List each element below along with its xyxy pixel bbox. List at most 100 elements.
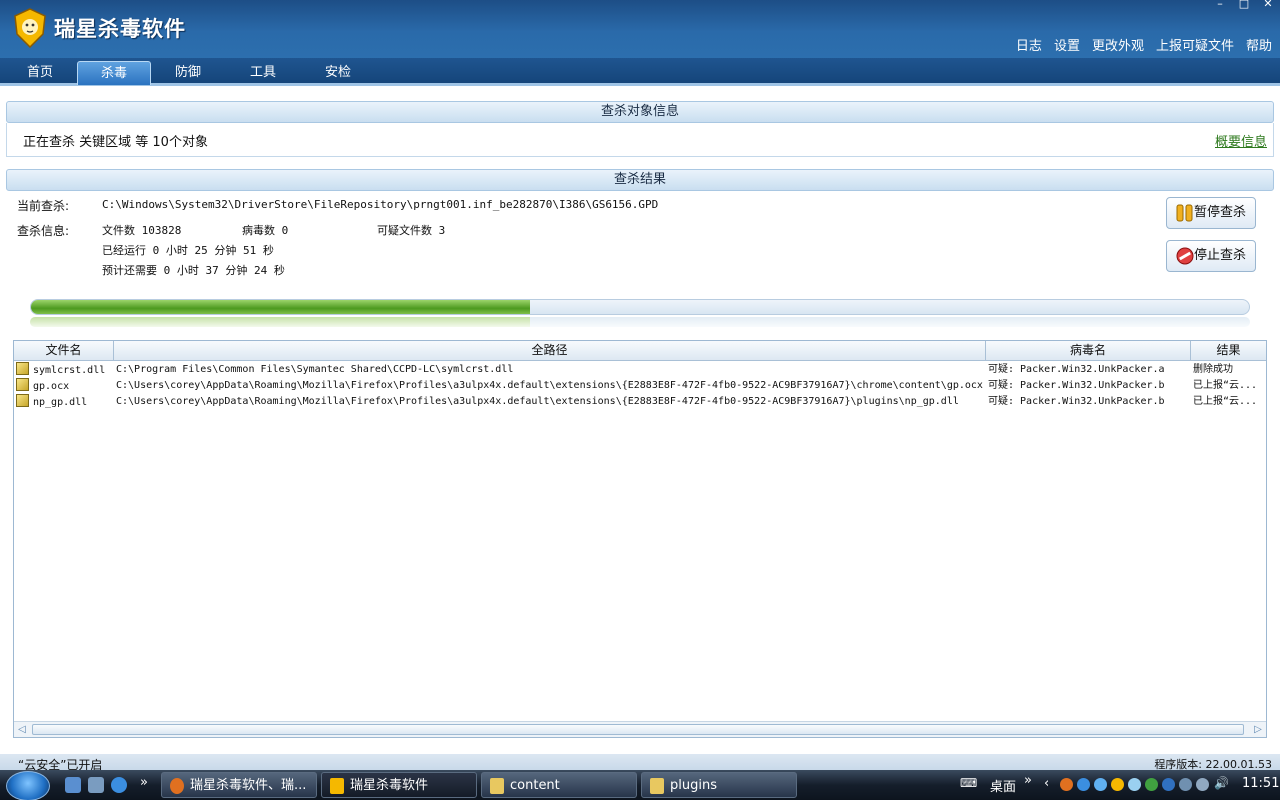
system-tray: ⌨ 桌面 » ‹ 🔊 11:51 bbox=[960, 770, 1280, 800]
lion-icon bbox=[330, 778, 344, 794]
cell-virus: 可疑: Packer.Win32.UnkPacker.b bbox=[988, 396, 1165, 407]
cell-result: 删除成功 bbox=[1193, 364, 1233, 375]
col-result[interactable]: 结果 bbox=[1191, 341, 1266, 360]
cell-virus: 可疑: Packer.Win32.UnkPacker.b bbox=[988, 380, 1165, 391]
table-row[interactable]: symlcrst.dll C:\Program Files\Common Fil… bbox=[14, 362, 1266, 378]
cell-path: C:\Users\corey\AppData\Roaming\Mozilla\F… bbox=[116, 380, 983, 391]
change-skin-link[interactable]: 更改外观 bbox=[1092, 35, 1144, 54]
horizontal-scrollbar[interactable]: ◁ ▷ bbox=[14, 721, 1266, 737]
table-row[interactable]: gp.ocx C:\Users\corey\AppData\Roaming\Mo… bbox=[14, 378, 1266, 394]
maximize-button[interactable]: □ bbox=[1232, 0, 1256, 10]
cell-filename-text: gp.ocx bbox=[33, 381, 70, 392]
clock[interactable]: 11:51 bbox=[1242, 776, 1279, 791]
stop-icon bbox=[1176, 247, 1194, 265]
report-suspicious-link[interactable]: 上报可疑文件 bbox=[1156, 35, 1234, 54]
scrollbar-thumb[interactable] bbox=[32, 724, 1244, 735]
tab-scan[interactable]: 杀毒 bbox=[77, 61, 151, 85]
firefox-icon bbox=[170, 778, 184, 794]
current-scan-path: C:\Windows\System32\DriverStore\FileRepo… bbox=[102, 198, 659, 211]
switch-windows-icon[interactable] bbox=[88, 777, 104, 793]
suspicious-count: 可疑文件数 3 bbox=[377, 224, 446, 237]
bluetooth-tray-icon[interactable] bbox=[1162, 778, 1175, 791]
taskbar-item-plugins[interactable]: plugins bbox=[641, 772, 797, 798]
monitor-tray-icon[interactable] bbox=[1128, 778, 1141, 791]
folder-icon bbox=[490, 778, 504, 794]
taskbar: » 瑞星杀毒软件、瑞... 瑞星杀毒软件 content plugins ⌨ 桌… bbox=[0, 770, 1280, 800]
volume-icon[interactable]: 🔊 bbox=[1214, 776, 1229, 790]
file-icon bbox=[16, 394, 29, 407]
table-row[interactable]: np_gp.dll C:\Users\corey\AppData\Roaming… bbox=[14, 394, 1266, 410]
pause-icon bbox=[1176, 204, 1193, 222]
cell-path: C:\Users\corey\AppData\Roaming\Mozilla\F… bbox=[116, 396, 959, 407]
cell-filename-text: symlcrst.dll bbox=[33, 365, 106, 376]
scroll-left-icon[interactable]: ◁ bbox=[14, 722, 30, 738]
stop-scan-button[interactable]: 停止查杀 bbox=[1166, 240, 1256, 272]
taskbar-item-firefox[interactable]: 瑞星杀毒软件、瑞... bbox=[161, 772, 317, 798]
taskbar-item-label: plugins bbox=[670, 778, 717, 793]
tab-defense[interactable]: 防御 bbox=[151, 61, 225, 85]
table-header: 文件名 全路径 病毒名 结果 bbox=[14, 341, 1266, 361]
tray-expand-icon[interactable]: ‹ bbox=[1044, 776, 1049, 791]
settings-link[interactable]: 设置 bbox=[1054, 35, 1080, 54]
taskbar-item-rising[interactable]: 瑞星杀毒软件 bbox=[321, 772, 477, 798]
cell-path: C:\Program Files\Common Files\Symantec S… bbox=[116, 364, 514, 375]
cell-result: 已上报“云... bbox=[1193, 380, 1258, 391]
network-tray-icon[interactable] bbox=[1077, 778, 1090, 791]
progress-reflection-fill bbox=[30, 317, 531, 327]
scan-info-label: 查杀信息: bbox=[17, 224, 70, 238]
tab-home[interactable]: 首页 bbox=[3, 61, 77, 85]
taskbar-item-label: 瑞星杀毒软件、瑞... bbox=[190, 778, 307, 793]
col-filename[interactable]: 文件名 bbox=[14, 341, 114, 360]
lion-tray-icon[interactable] bbox=[1111, 778, 1124, 791]
cell-virus: 可疑: Packer.Win32.UnkPacker.a bbox=[988, 364, 1165, 375]
folder-icon bbox=[650, 778, 664, 794]
summary-info-link[interactable]: 概要信息 bbox=[1215, 131, 1267, 150]
minimize-button[interactable]: – bbox=[1208, 0, 1232, 10]
current-scan-label: 当前查杀: bbox=[17, 199, 70, 213]
help-link[interactable]: 帮助 bbox=[1246, 35, 1272, 54]
top-links: 日志 设置 更改外观 上报可疑文件 帮助 bbox=[1016, 35, 1272, 54]
progress-reflection bbox=[30, 317, 1250, 327]
quicklaunch-overflow[interactable]: » bbox=[140, 775, 156, 791]
show-desktop-icon[interactable] bbox=[65, 777, 81, 793]
shield-tray-icon[interactable] bbox=[1145, 778, 1158, 791]
desktop-toolbar-overflow[interactable]: » bbox=[1024, 773, 1032, 788]
files-count: 文件数 103828 bbox=[102, 224, 182, 237]
cell-filename-text: np_gp.dll bbox=[33, 397, 88, 408]
close-button[interactable]: ✕ bbox=[1256, 0, 1280, 10]
stop-scan-label: 停止查杀 bbox=[1193, 248, 1246, 263]
pause-scan-button[interactable]: 暂停查杀 bbox=[1166, 197, 1256, 229]
ie-icon[interactable] bbox=[111, 777, 127, 793]
scan-progress-fill bbox=[31, 300, 531, 314]
desktop-toolbar-label[interactable]: 桌面 bbox=[990, 776, 1016, 795]
network-connection-icon[interactable] bbox=[1196, 778, 1209, 791]
results-table[interactable]: 文件名 全路径 病毒名 结果 symlcrst.dll C:\Program F… bbox=[13, 340, 1267, 738]
scan-target-header: 查杀对象信息 bbox=[6, 101, 1274, 123]
taskbar-item-label: 瑞星杀毒软件 bbox=[350, 778, 429, 793]
tab-tools[interactable]: 工具 bbox=[226, 61, 300, 85]
col-fullpath[interactable]: 全路径 bbox=[114, 341, 986, 360]
title-bar: 瑞星杀毒软件 – □ ✕ 日志 设置 更改外观 上报可疑文件 帮助 bbox=[0, 0, 1280, 58]
scan-target-text: 正在查杀 关键区域 等 10个对象 bbox=[23, 135, 208, 150]
display-tray-icon[interactable] bbox=[1179, 778, 1192, 791]
lion-logo-icon bbox=[14, 8, 46, 48]
pause-scan-label: 暂停查杀 bbox=[1193, 205, 1246, 220]
tab-security-check[interactable]: 安检 bbox=[301, 61, 375, 85]
file-icon bbox=[16, 378, 29, 391]
firefox-tray-icon[interactable] bbox=[1060, 778, 1073, 791]
keyboard-icon[interactable]: ⌨ bbox=[960, 776, 977, 790]
scroll-right-icon[interactable]: ▷ bbox=[1250, 722, 1266, 738]
app-title: 瑞星杀毒软件 bbox=[54, 17, 186, 41]
col-virus-name[interactable]: 病毒名 bbox=[986, 341, 1191, 360]
taskbar-item-content[interactable]: content bbox=[481, 772, 637, 798]
remaining-time: 预计还需要 0 小时 37 分钟 24 秒 bbox=[102, 264, 285, 277]
scan-target-panel: 正在查杀 关键区域 等 10个对象 概要信息 bbox=[6, 123, 1274, 157]
cloud-tray-icon[interactable] bbox=[1094, 778, 1107, 791]
main-content: 查杀对象信息 正在查杀 关键区域 等 10个对象 概要信息 查杀结果 当前查杀:… bbox=[0, 89, 1280, 754]
tab-bar: 首页 杀毒 防御 工具 安检 bbox=[0, 58, 1280, 86]
cell-filename: gp.ocx bbox=[14, 378, 114, 394]
table-body: symlcrst.dll C:\Program Files\Common Fil… bbox=[14, 361, 1266, 410]
window-controls: – □ ✕ bbox=[1208, 0, 1280, 10]
log-link[interactable]: 日志 bbox=[1016, 35, 1042, 54]
start-button[interactable] bbox=[6, 771, 50, 800]
